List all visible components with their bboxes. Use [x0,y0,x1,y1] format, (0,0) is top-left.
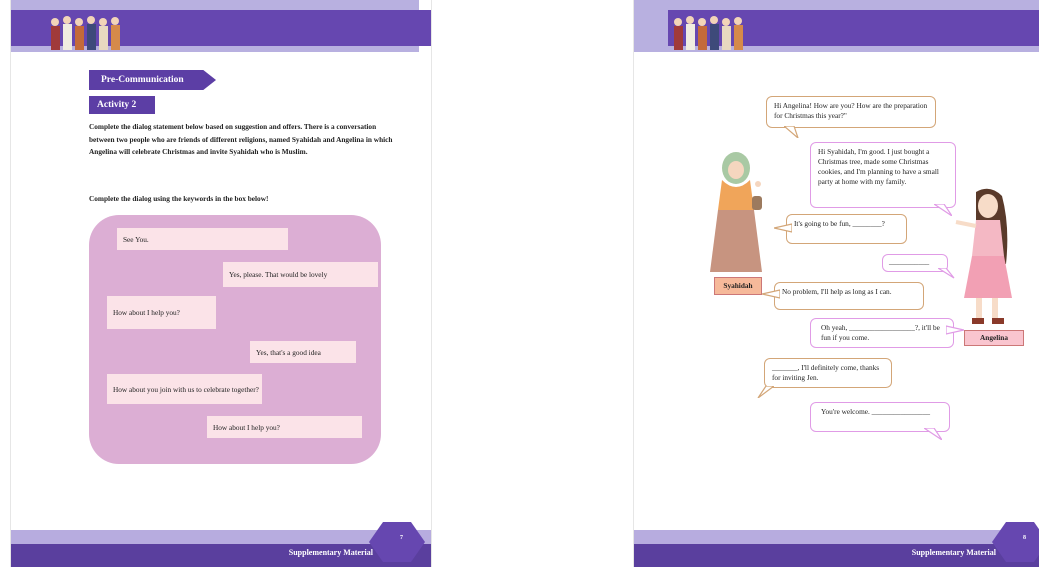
activity-tag: Activity 2 [89,96,155,114]
name-label-syahidah: Syahidah [714,277,762,295]
footer-band-light [11,530,431,544]
dialog-bubble: Oh yeah, __________________?, it'll be f… [810,318,954,348]
page-number-hexagon-icon [992,522,1039,562]
keyword-item: Yes, please. That would be lovely [223,262,378,287]
page-8: Syahidah Angelina Hi Angelina! How are y… [633,0,1039,567]
dialog-bubble: _______, I'll definitely come, thanks fo… [764,358,892,388]
instruction-text-2: Complete the dialog using the keywords i… [89,194,269,203]
dialog-bubble: Hi Angelina! How are you? How are the pr… [766,96,936,128]
people-group-icon [51,16,120,50]
keyword-item: How about you join with us to celebrate … [107,374,262,404]
girl-pink-dress-icon [955,188,1012,324]
people-group-icon [674,16,743,50]
page-number: 8 [1023,535,1026,541]
instruction-text: Complete the dialog statement below base… [89,122,393,156]
dialog-bubble: Hi Syahidah, I'm good. I just bought a C… [810,142,956,208]
bubble-tail [784,126,799,138]
pre-communication-tag: Pre-Communication [89,70,216,90]
page-number: 7 [400,535,403,541]
bubble-tail [757,386,774,398]
page-number-hexagon-icon [369,522,425,562]
keyword-item: How about I help you? [207,416,362,438]
footer-band-light [634,530,1039,544]
bubble-tail [934,204,952,216]
bubble-tail [946,325,964,335]
bubble-tail [924,428,942,440]
name-label-angelina: Angelina [964,330,1024,346]
bubble-tail [938,268,955,279]
page-7: Pre-Communication Activity 2 Complete th… [10,0,432,567]
bubble-tail [762,289,780,299]
dialog-bubble: No problem, I'll help as long as I can. [774,282,924,310]
dialog-bubble: It's going to be fun, ________? [786,214,907,244]
bubble-tail [774,223,792,233]
keyword-item: Yes, that's a good idea [250,341,356,363]
girl-hijab-icon [710,152,762,272]
footer-label: Supplementary Material [288,548,373,557]
footer-label: Supplementary Material [911,548,996,557]
keyword-item: See You. [117,228,288,250]
keyword-item: How about I help you? [107,296,216,329]
